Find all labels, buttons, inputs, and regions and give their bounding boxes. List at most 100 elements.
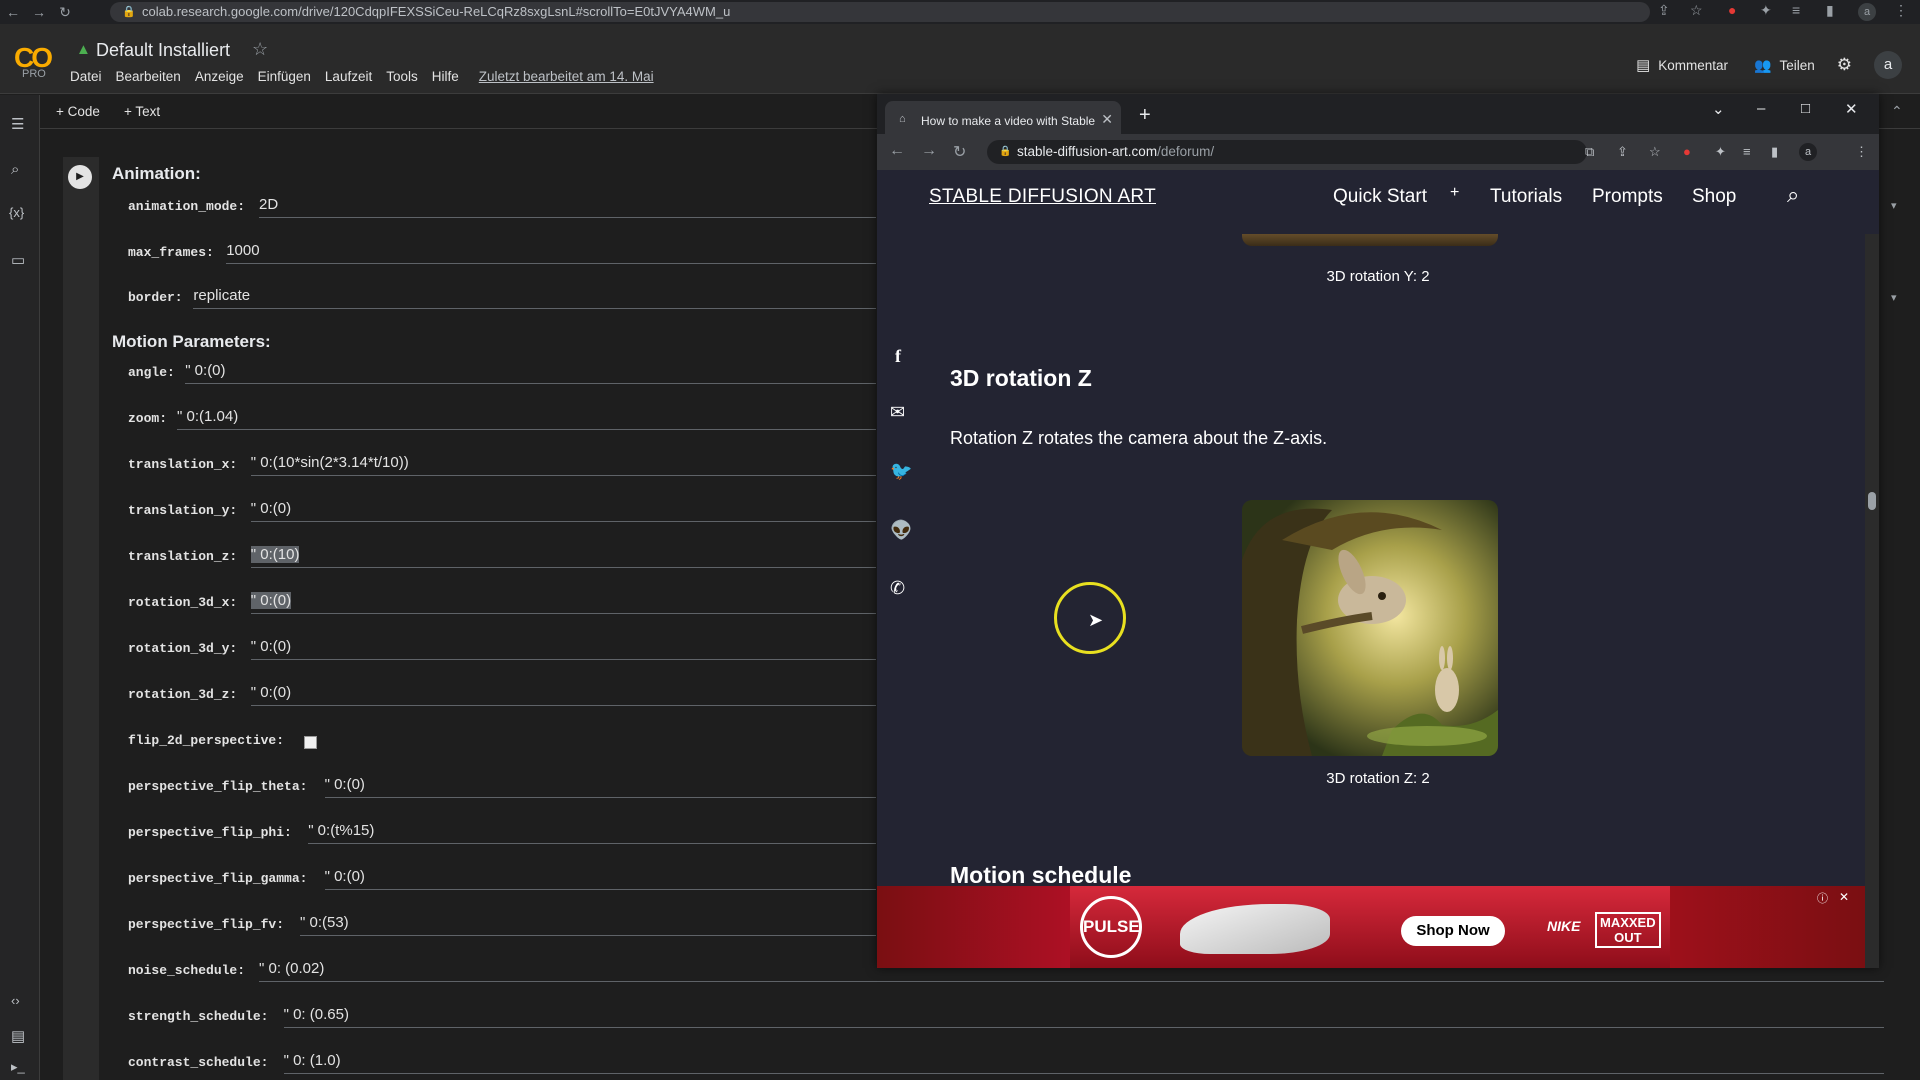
param-value-input[interactable]: " 0:(53) [300,914,349,931]
shop-now-button[interactable]: Shop Now [1401,916,1505,946]
param-value-input[interactable]: " 0:(t%15) [308,822,374,839]
form-row: strength_schedule: [128,1008,268,1032]
popup-url-field[interactable]: 🔒 stable-diffusion-art.com/deforum/ [987,140,1587,164]
menu-hilfe[interactable]: Hilfe [432,69,459,84]
flip-2d-perspective-checkbox[interactable] [304,736,317,749]
nav-tutorials[interactable]: Tutorials [1490,186,1562,208]
param-value-input[interactable]: " 0: (0.02) [259,960,324,977]
nav-quick-start[interactable]: Quick Start [1333,186,1427,208]
puzzle-icon[interactable]: ✦ [1715,144,1726,160]
terminal-icon[interactable]: ▸_ [11,1059,25,1075]
param-value-input[interactable]: " 0:(10*sin(2*3.14*t/10)) [251,454,409,471]
tab-search-icon[interactable]: ⌄ [1712,100,1725,118]
reload-icon[interactable]: ↻ [52,4,78,21]
bookmark-star-icon[interactable]: ☆ [1649,144,1661,160]
chevron-down-icon[interactable]: ▾ [1891,291,1897,304]
comment-button[interactable]: Kommentar [1658,58,1728,73]
reload-icon[interactable]: ↻ [953,142,966,162]
ad-close-icon[interactable]: ✕ [1839,890,1849,904]
nav-shop[interactable]: Shop [1692,186,1736,208]
bookmark-star-icon[interactable]: ☆ [1690,2,1703,19]
variables-icon[interactable]: {x} [9,205,24,220]
settings-gear-icon[interactable]: ⚙ [1837,55,1852,75]
param-value-input[interactable]: 2D [259,196,278,213]
param-value-input[interactable]: " 0:(0) [185,362,225,379]
facebook-icon[interactable]: f [895,346,901,367]
star-icon[interactable]: ☆ [252,39,268,60]
add-text-button[interactable]: + Text [124,104,160,119]
user-avatar[interactable]: a [1874,51,1902,79]
ad-info-icon[interactable]: ⓘ [1817,890,1828,906]
add-code-button[interactable]: + Code [56,104,100,119]
pro-badge: PRO [22,68,46,80]
param-value-input[interactable]: " 0:(1.04) [177,408,238,425]
sidepanel-icon[interactable]: ▮ [1771,144,1778,160]
menu-laufzeit[interactable]: Laufzeit [325,69,372,84]
param-value-input[interactable]: " 0:(0) [250,592,292,609]
reddit-icon[interactable]: 👽 [890,520,912,541]
profile-avatar[interactable]: a [1799,143,1817,161]
param-value-input[interactable]: " 0: (0.65) [284,1006,349,1023]
code-snippets-icon[interactable]: ‹› [11,993,20,1008]
param-value-input[interactable]: replicate [193,287,250,304]
close-tab-icon[interactable]: ✕ [1101,111,1113,128]
param-value-input[interactable]: " 0:(0) [325,868,365,885]
search-icon[interactable]: ⌕ [1787,182,1799,208]
param-value-input[interactable]: " 0:(0) [251,638,291,655]
ad-banner[interactable]: PULSE Shop Now NIKE MAXXED OUT ⓘ ✕ [877,886,1865,968]
param-value-input[interactable]: " 0:(0) [251,684,291,701]
media-icon[interactable]: ≡ [1743,144,1751,159]
folder-icon[interactable]: ▭ [11,251,25,269]
page-scrollbar[interactable] [1865,170,1879,968]
chevron-down-icon[interactable]: ▾ [1891,199,1897,212]
share-page-icon[interactable]: ⇪ [1658,2,1670,19]
back-icon[interactable]: ← [0,4,26,20]
people-icon[interactable]: 👥 [1754,57,1771,74]
share-button[interactable]: Teilen [1779,58,1814,73]
share-page-icon[interactable]: ⇪ [1617,144,1628,160]
close-window-icon[interactable]: ✕ [1845,100,1858,118]
notebook-title[interactable]: Default Installiert [96,40,230,61]
menu-bearbeiten[interactable]: Bearbeiten [116,69,181,84]
back-icon[interactable]: ← [889,142,905,160]
param-value-input[interactable]: " 0: (1.0) [284,1052,341,1069]
last-edited-link[interactable]: Zuletzt bearbeitet am 14. Mai [479,69,654,84]
nav-prompts[interactable]: Prompts [1592,186,1663,208]
comment-icon[interactable]: ▤ [1636,56,1650,74]
popup-tab[interactable]: ⌂ How to make a video with Stable ✕ [885,101,1121,134]
extension-icon[interactable]: ● [1683,144,1691,159]
maximize-icon[interactable]: □ [1801,100,1810,117]
command-palette-icon[interactable]: ▤ [11,1027,25,1045]
whatsapp-icon[interactable]: ✆ [890,578,905,599]
sidepanel-icon[interactable]: ▮ [1826,2,1834,19]
nav-expand-icon[interactable]: + [1450,184,1459,202]
chevron-up-icon[interactable]: ⌃ [1891,103,1903,120]
address-bar[interactable]: 🔒 colab.research.google.com/drive/120Cdq… [110,2,1650,22]
param-value-input[interactable]: " 0:(0) [325,776,365,793]
param-value-input[interactable]: " 0:(10) [250,546,300,563]
menu-tools[interactable]: Tools [386,69,418,84]
search-icon[interactable]: ⌕ [11,161,19,178]
minimize-icon[interactable]: – [1757,100,1765,117]
twitter-icon[interactable]: 🐦 [890,461,912,482]
media-icon[interactable]: ≡ [1792,2,1800,18]
menu-anzeige[interactable]: Anzeige [195,69,244,84]
param-value-input[interactable]: 1000 [226,242,259,259]
param-value-input[interactable]: " 0:(0) [251,500,291,517]
new-tab-icon[interactable]: + [1139,104,1151,127]
forward-icon[interactable]: → [26,4,52,20]
forward-icon[interactable]: → [921,142,937,160]
site-brand-link[interactable]: STABLE DIFFUSION ART [929,186,1156,208]
email-icon[interactable]: ✉ [890,402,905,423]
profile-avatar[interactable]: a [1858,3,1876,21]
extension-icon[interactable]: ● [1728,2,1736,18]
menu-einfuegen[interactable]: Einfügen [258,69,311,84]
puzzle-icon[interactable]: ✦ [1760,2,1772,19]
browser-menu-icon[interactable]: ⋮ [1855,144,1868,160]
menu-datei[interactable]: Datei [70,69,102,84]
scrollbar-thumb[interactable] [1868,492,1876,510]
run-cell-button[interactable]: ▶ [68,165,92,189]
browser-menu-icon[interactable]: ⋮ [1894,2,1908,19]
translate-icon[interactable]: ⧉ [1585,144,1594,160]
toc-icon[interactable]: ☰ [11,115,24,133]
